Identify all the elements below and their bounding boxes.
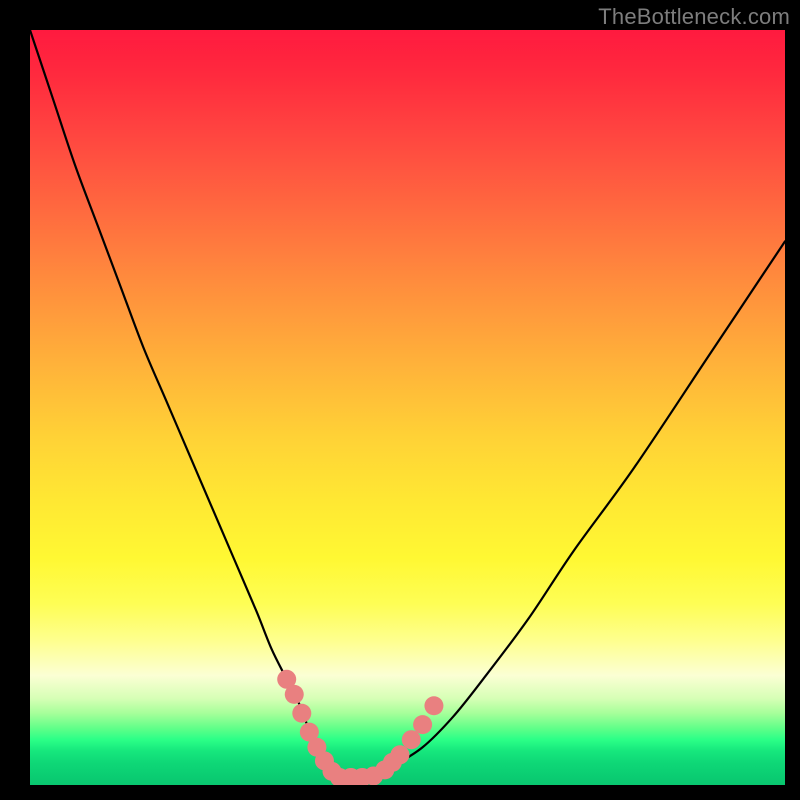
chart-stage: TheBottleneck.com [0,0,800,800]
gradient-background [30,30,785,785]
watermark-label: TheBottleneck.com [598,4,790,30]
plot-frame [30,30,785,785]
